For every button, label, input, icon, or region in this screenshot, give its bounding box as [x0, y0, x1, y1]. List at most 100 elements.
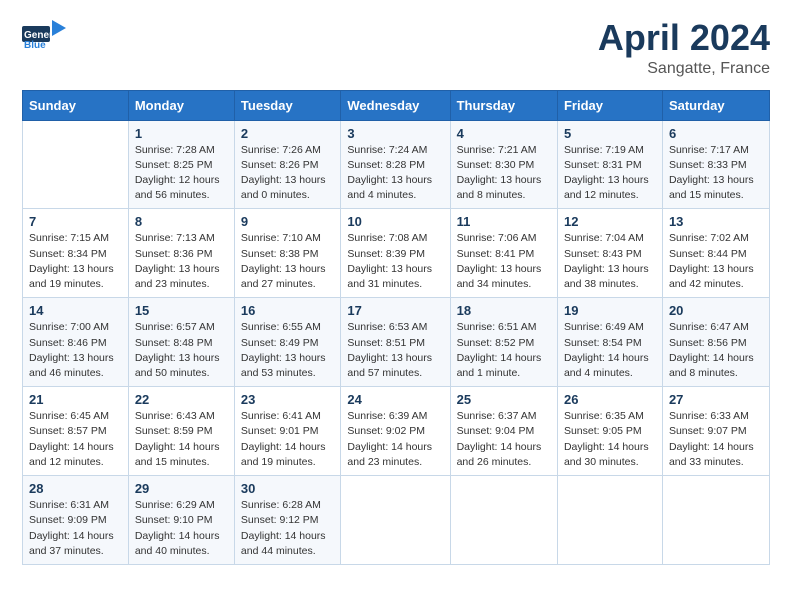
week-row-1: 7 Sunrise: 7:15 AM Sunset: 8:34 PM Daylig… — [23, 209, 770, 298]
day-number: 2 — [241, 126, 334, 141]
calendar-cell: 8 Sunrise: 7:13 AM Sunset: 8:36 PM Daylig… — [128, 209, 234, 298]
calendar-cell: 11 Sunrise: 7:06 AM Sunset: 8:41 PM Dayli… — [450, 209, 557, 298]
day-info: Sunrise: 7:26 AM Sunset: 8:26 PM Dayligh… — [241, 143, 334, 204]
day-number: 3 — [347, 126, 443, 141]
day-info: Sunrise: 7:24 AM Sunset: 8:28 PM Dayligh… — [347, 143, 443, 204]
day-info: Sunrise: 7:15 AM Sunset: 8:34 PM Dayligh… — [29, 231, 122, 292]
day-info: Sunrise: 7:04 AM Sunset: 8:43 PM Dayligh… — [564, 231, 656, 292]
col-header-wednesday: Wednesday — [341, 90, 450, 120]
calendar-cell — [662, 476, 769, 565]
day-number: 20 — [669, 303, 763, 318]
day-number: 13 — [669, 214, 763, 229]
day-info: Sunrise: 6:55 AM Sunset: 8:49 PM Dayligh… — [241, 320, 334, 381]
day-number: 4 — [457, 126, 551, 141]
day-number: 7 — [29, 214, 122, 229]
day-number: 28 — [29, 481, 122, 496]
calendar-cell: 20 Sunrise: 6:47 AM Sunset: 8:56 PM Dayli… — [662, 298, 769, 387]
col-header-saturday: Saturday — [662, 90, 769, 120]
title-month: April 2024 — [598, 18, 770, 58]
calendar-cell: 26 Sunrise: 6:35 AM Sunset: 9:05 PM Dayli… — [557, 387, 662, 476]
calendar-cell: 10 Sunrise: 7:08 AM Sunset: 8:39 PM Dayli… — [341, 209, 450, 298]
col-header-thursday: Thursday — [450, 90, 557, 120]
day-info: Sunrise: 7:06 AM Sunset: 8:41 PM Dayligh… — [457, 231, 551, 292]
day-number: 10 — [347, 214, 443, 229]
day-info: Sunrise: 6:31 AM Sunset: 9:09 PM Dayligh… — [29, 498, 122, 559]
day-info: Sunrise: 6:51 AM Sunset: 8:52 PM Dayligh… — [457, 320, 551, 381]
calendar-cell: 7 Sunrise: 7:15 AM Sunset: 8:34 PM Daylig… — [23, 209, 129, 298]
calendar-cell: 24Sunrise: 6:39 AM Sunset: 9:02 PM Dayli… — [341, 387, 450, 476]
day-info: Sunrise: 7:13 AM Sunset: 8:36 PM Dayligh… — [135, 231, 228, 292]
day-number: 11 — [457, 214, 551, 229]
calendar-cell: 6Sunrise: 7:17 AM Sunset: 8:33 PM Daylig… — [662, 120, 769, 209]
day-info: Sunrise: 6:41 AM Sunset: 9:01 PM Dayligh… — [241, 409, 334, 470]
calendar-cell: 25 Sunrise: 6:37 AM Sunset: 9:04 PM Dayli… — [450, 387, 557, 476]
day-number: 1 — [135, 126, 228, 141]
day-info: Sunrise: 6:39 AM Sunset: 9:02 PM Dayligh… — [347, 409, 443, 470]
day-info: Sunrise: 6:37 AM Sunset: 9:04 PM Dayligh… — [457, 409, 551, 470]
day-number: 21 — [29, 392, 122, 407]
day-info: Sunrise: 7:19 AM Sunset: 8:31 PM Dayligh… — [564, 143, 656, 204]
calendar-cell: 19Sunrise: 6:49 AM Sunset: 8:54 PM Dayli… — [557, 298, 662, 387]
title-location: Sangatte, France — [598, 60, 770, 78]
calendar-cell: 30Sunrise: 6:28 AM Sunset: 9:12 PM Dayli… — [234, 476, 340, 565]
calendar-cell: 18 Sunrise: 6:51 AM Sunset: 8:52 PM Dayli… — [450, 298, 557, 387]
calendar-cell: 15 Sunrise: 6:57 AM Sunset: 8:48 PM Dayli… — [128, 298, 234, 387]
day-info: Sunrise: 6:35 AM Sunset: 9:05 PM Dayligh… — [564, 409, 656, 470]
logo-icon: General Blue — [22, 18, 66, 50]
week-row-3: 21 Sunrise: 6:45 AM Sunset: 8:57 PM Dayli… — [23, 387, 770, 476]
calendar-cell: 14Sunrise: 7:00 AM Sunset: 8:46 PM Dayli… — [23, 298, 129, 387]
week-row-4: 28 Sunrise: 6:31 AM Sunset: 9:09 PM Dayli… — [23, 476, 770, 565]
day-info: Sunrise: 6:33 AM Sunset: 9:07 PM Dayligh… — [669, 409, 763, 470]
calendar-cell: 2 Sunrise: 7:26 AM Sunset: 8:26 PM Daylig… — [234, 120, 340, 209]
calendar-header-row: SundayMondayTuesdayWednesdayThursdayFrid… — [23, 90, 770, 120]
calendar-cell: 21 Sunrise: 6:45 AM Sunset: 8:57 PM Dayli… — [23, 387, 129, 476]
day-info: Sunrise: 6:29 AM Sunset: 9:10 PM Dayligh… — [135, 498, 228, 559]
day-info: Sunrise: 6:57 AM Sunset: 8:48 PM Dayligh… — [135, 320, 228, 381]
col-header-monday: Monday — [128, 90, 234, 120]
day-info: Sunrise: 7:02 AM Sunset: 8:44 PM Dayligh… — [669, 231, 763, 292]
day-number: 18 — [457, 303, 551, 318]
header: General Blue April 2024 Sangatte, France — [22, 18, 770, 78]
calendar-cell — [341, 476, 450, 565]
calendar-cell: 22 Sunrise: 6:43 AM Sunset: 8:59 PM Dayli… — [128, 387, 234, 476]
day-info: Sunrise: 7:10 AM Sunset: 8:38 PM Dayligh… — [241, 231, 334, 292]
week-row-0: 1 Sunrise: 7:28 AM Sunset: 8:25 PM Daylig… — [23, 120, 770, 209]
calendar-cell: 3 Sunrise: 7:24 AM Sunset: 8:28 PM Daylig… — [341, 120, 450, 209]
calendar-cell: 29 Sunrise: 6:29 AM Sunset: 9:10 PM Dayli… — [128, 476, 234, 565]
day-number: 27 — [669, 392, 763, 407]
day-number: 26 — [564, 392, 656, 407]
day-number: 29 — [135, 481, 228, 496]
day-info: Sunrise: 6:43 AM Sunset: 8:59 PM Dayligh… — [135, 409, 228, 470]
day-number: 12 — [564, 214, 656, 229]
calendar-cell: 1 Sunrise: 7:28 AM Sunset: 8:25 PM Daylig… — [128, 120, 234, 209]
col-header-sunday: Sunday — [23, 90, 129, 120]
day-info: Sunrise: 6:45 AM Sunset: 8:57 PM Dayligh… — [29, 409, 122, 470]
day-info: Sunrise: 6:28 AM Sunset: 9:12 PM Dayligh… — [241, 498, 334, 559]
day-number: 5 — [564, 126, 656, 141]
calendar-table: SundayMondayTuesdayWednesdayThursdayFrid… — [22, 90, 770, 565]
svg-text:Blue: Blue — [24, 40, 46, 50]
day-info: Sunrise: 6:53 AM Sunset: 8:51 PM Dayligh… — [347, 320, 443, 381]
calendar-cell: 13 Sunrise: 7:02 AM Sunset: 8:44 PM Dayli… — [662, 209, 769, 298]
calendar-cell — [23, 120, 129, 209]
calendar-cell: 4Sunrise: 7:21 AM Sunset: 8:30 PM Daylig… — [450, 120, 557, 209]
day-info: Sunrise: 7:08 AM Sunset: 8:39 PM Dayligh… — [347, 231, 443, 292]
day-info: Sunrise: 6:47 AM Sunset: 8:56 PM Dayligh… — [669, 320, 763, 381]
day-number: 23 — [241, 392, 334, 407]
calendar-cell: 23 Sunrise: 6:41 AM Sunset: 9:01 PM Dayli… — [234, 387, 340, 476]
col-header-tuesday: Tuesday — [234, 90, 340, 120]
calendar-cell — [450, 476, 557, 565]
calendar-cell: 17 Sunrise: 6:53 AM Sunset: 8:51 PM Dayli… — [341, 298, 450, 387]
day-number: 14 — [29, 303, 122, 318]
day-number: 25 — [457, 392, 551, 407]
day-number: 17 — [347, 303, 443, 318]
calendar-cell: 27 Sunrise: 6:33 AM Sunset: 9:07 PM Dayli… — [662, 387, 769, 476]
day-number: 22 — [135, 392, 228, 407]
day-number: 15 — [135, 303, 228, 318]
calendar-cell — [557, 476, 662, 565]
day-info: Sunrise: 7:28 AM Sunset: 8:25 PM Dayligh… — [135, 143, 228, 204]
calendar-cell: 5 Sunrise: 7:19 AM Sunset: 8:31 PM Daylig… — [557, 120, 662, 209]
day-number: 8 — [135, 214, 228, 229]
calendar-cell: 12 Sunrise: 7:04 AM Sunset: 8:43 PM Dayli… — [557, 209, 662, 298]
calendar-cell: 16Sunrise: 6:55 AM Sunset: 8:49 PM Dayli… — [234, 298, 340, 387]
